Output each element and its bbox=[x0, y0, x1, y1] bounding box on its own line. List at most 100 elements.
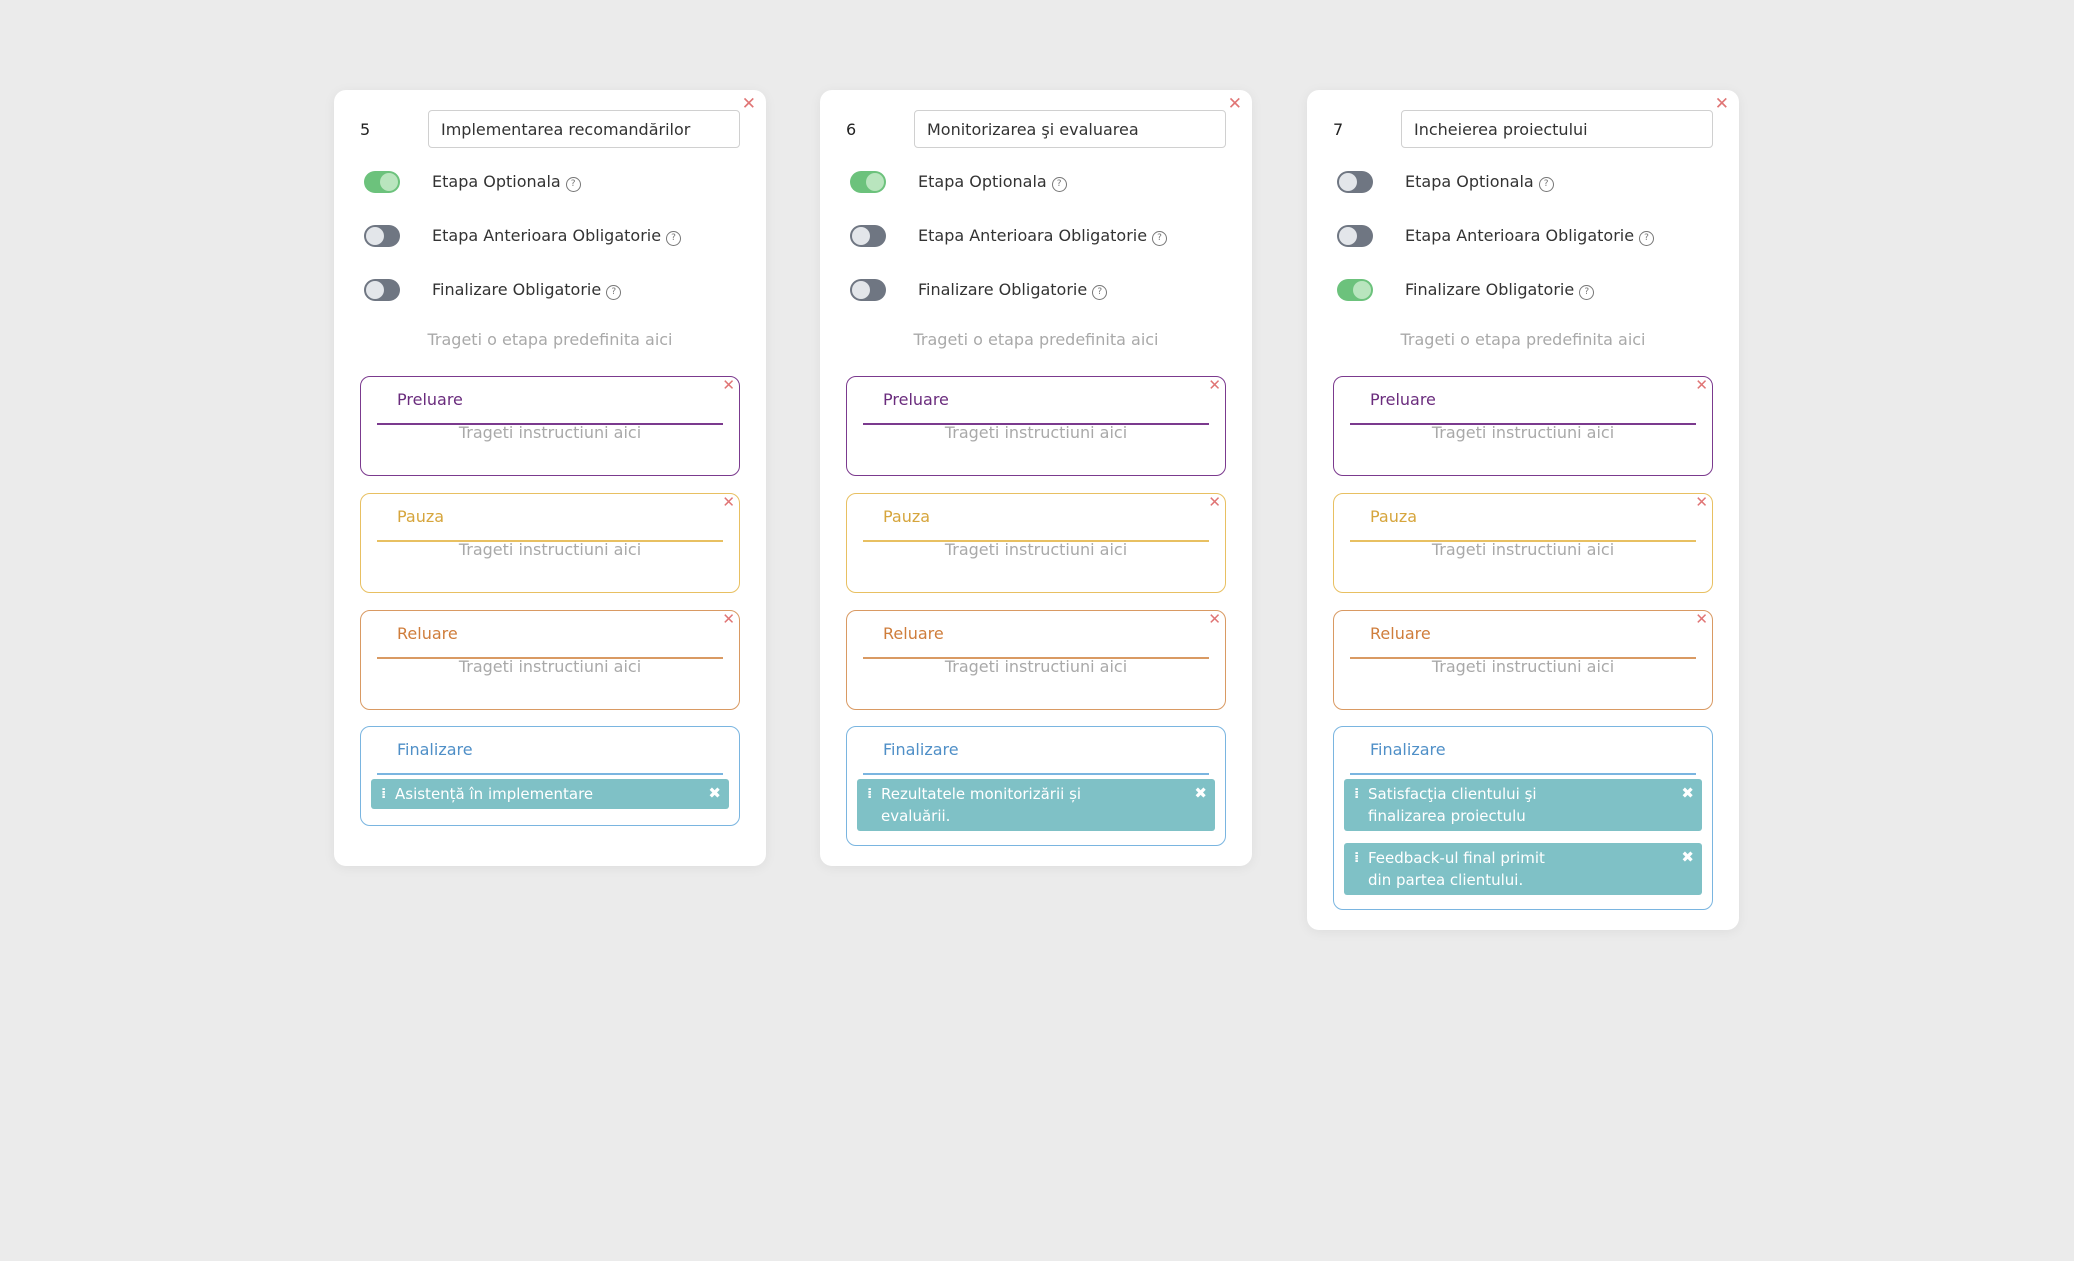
toggle-knob bbox=[1339, 227, 1357, 245]
toggle-row-previous-mandatory: Etapa Anterioara Obligatorie? bbox=[364, 222, 682, 250]
section-reluare[interactable]: Reluare Trageti instructiuni aici ✕ bbox=[360, 610, 740, 710]
section-finalizare[interactable]: Finalizare ⁞ Asistență în implementare ✖ bbox=[360, 726, 740, 826]
toggle-label-text: Etapa Optionala bbox=[432, 172, 561, 191]
stage-name-input[interactable] bbox=[428, 110, 740, 148]
close-icon[interactable]: ✕ bbox=[1695, 495, 1708, 510]
toggle-label-text: Finalizare Obligatorie bbox=[432, 280, 602, 299]
toggle-label-text: Finalizare Obligatorie bbox=[918, 280, 1088, 299]
instructions-drop-hint: Trageti instructiuni aici bbox=[1431, 657, 1615, 676]
toggle-row-mandatory-finish: Finalizare Obligatorie? bbox=[1337, 276, 1595, 304]
section-title: Preluare bbox=[397, 390, 463, 409]
close-icon[interactable]: ✕ bbox=[1208, 612, 1221, 627]
toggle-label: Etapa Optionala? bbox=[432, 172, 581, 192]
instructions-drop-hint: Trageti instructiuni aici bbox=[944, 540, 1128, 559]
drag-handle-icon[interactable]: ⁞ bbox=[867, 783, 872, 805]
stage-number: 5 bbox=[360, 120, 371, 139]
section-divider bbox=[1350, 773, 1696, 775]
predefined-stage-drop-zone[interactable]: Trageti o etapa predefinita aici bbox=[1307, 330, 1739, 349]
toggle-label: Finalizare Obligatorie? bbox=[918, 280, 1108, 300]
drag-handle-icon[interactable]: ⁞ bbox=[1354, 783, 1359, 805]
close-icon[interactable]: ✕ bbox=[1228, 96, 1242, 113]
stage-name-input[interactable] bbox=[1401, 110, 1713, 148]
toggle-switch-previous-mandatory[interactable] bbox=[1337, 225, 1373, 247]
help-icon[interactable]: ? bbox=[1538, 177, 1554, 192]
instructions-drop-hint: Trageti instructiuni aici bbox=[1431, 423, 1615, 442]
close-icon[interactable]: ✖ bbox=[1681, 782, 1694, 804]
section-reluare[interactable]: Reluare Trageti instructiuni aici ✕ bbox=[846, 610, 1226, 710]
stage-header: 7 bbox=[1333, 110, 1713, 150]
section-pauza[interactable]: Pauza Trageti instructiuni aici ✕ bbox=[846, 493, 1226, 593]
close-icon[interactable]: ✕ bbox=[1715, 96, 1729, 113]
drag-handle-icon[interactable]: ⁞ bbox=[381, 783, 386, 805]
section-title: Pauza bbox=[883, 507, 931, 526]
toggle-row-previous-mandatory: Etapa Anterioara Obligatorie? bbox=[850, 222, 1168, 250]
close-icon[interactable]: ✕ bbox=[742, 96, 756, 113]
section-preluare[interactable]: Preluare Trageti instructiuni aici ✕ bbox=[846, 376, 1226, 476]
instruction-text-line: Rezultatele monitorizării și bbox=[881, 785, 1082, 803]
instruction-text: Asistență în implementare bbox=[395, 785, 594, 803]
close-icon[interactable]: ✖ bbox=[1681, 846, 1694, 868]
instruction-text-line: din partea clientului. bbox=[1368, 871, 1524, 889]
help-icon[interactable]: ? bbox=[565, 177, 581, 192]
close-icon[interactable]: ✕ bbox=[1208, 378, 1221, 393]
instructions-drop-hint: Trageti instructiuni aici bbox=[944, 657, 1128, 676]
instructions-drop-hint: Trageti instructiuni aici bbox=[458, 540, 642, 559]
instruction-item[interactable]: ⁞ Asistență în implementare ✖ bbox=[371, 779, 729, 809]
toggle-switch-mandatory-finish[interactable] bbox=[1337, 279, 1373, 301]
toggle-switch-optional[interactable] bbox=[1337, 171, 1373, 193]
predefined-stage-drop-zone[interactable]: Trageti o etapa predefinita aici bbox=[820, 330, 1252, 349]
toggle-switch-previous-mandatory[interactable] bbox=[364, 225, 400, 247]
help-icon[interactable]: ? bbox=[1152, 231, 1168, 246]
instruction-item[interactable]: ⁞ Feedback-ul final primit din partea cl… bbox=[1344, 843, 1702, 895]
toggle-label: Etapa Anterioara Obligatorie? bbox=[1405, 226, 1655, 246]
toggle-label-text: Finalizare Obligatorie bbox=[1405, 280, 1575, 299]
section-finalizare[interactable]: Finalizare ⁞ Rezultatele monitorizării ș… bbox=[846, 726, 1226, 846]
toggle-label-text: Etapa Anterioara Obligatorie bbox=[918, 226, 1148, 245]
section-pauza[interactable]: Pauza Trageti instructiuni aici ✕ bbox=[1333, 493, 1713, 593]
section-preluare[interactable]: Preluare Trageti instructiuni aici ✕ bbox=[1333, 376, 1713, 476]
close-icon[interactable]: ✕ bbox=[1208, 495, 1221, 510]
toggle-knob bbox=[852, 281, 870, 299]
help-icon[interactable]: ? bbox=[1092, 285, 1108, 300]
stage-card: ✕ 7 Etapa Optionala? Etapa Anterioara Ob… bbox=[1307, 90, 1739, 930]
help-icon[interactable]: ? bbox=[1579, 285, 1595, 300]
close-icon[interactable]: ✕ bbox=[722, 495, 735, 510]
toggle-knob bbox=[866, 173, 884, 191]
predefined-stage-drop-zone[interactable]: Trageti o etapa predefinita aici bbox=[334, 330, 766, 349]
toggle-knob bbox=[366, 227, 384, 245]
stage-card: ✕ 5 Etapa Optionala? Etapa Anterioara Ob… bbox=[334, 90, 766, 866]
close-icon[interactable]: ✕ bbox=[722, 612, 735, 627]
section-reluare[interactable]: Reluare Trageti instructiuni aici ✕ bbox=[1333, 610, 1713, 710]
instruction-item[interactable]: ⁞ Rezultatele monitorizării și evaluării… bbox=[857, 779, 1215, 831]
stage-name-input[interactable] bbox=[914, 110, 1226, 148]
close-icon[interactable]: ✕ bbox=[1695, 612, 1708, 627]
toggle-switch-mandatory-finish[interactable] bbox=[850, 279, 886, 301]
stage-header: 6 bbox=[846, 110, 1226, 150]
toggle-switch-mandatory-finish[interactable] bbox=[364, 279, 400, 301]
section-preluare[interactable]: Preluare Trageti instructiuni aici ✕ bbox=[360, 376, 740, 476]
help-icon[interactable]: ? bbox=[1639, 231, 1655, 246]
toggle-switch-optional[interactable] bbox=[850, 171, 886, 193]
help-icon[interactable]: ? bbox=[606, 285, 622, 300]
help-icon[interactable]: ? bbox=[666, 231, 682, 246]
toggle-knob bbox=[380, 173, 398, 191]
toggle-label-text: Etapa Optionala bbox=[918, 172, 1047, 191]
instruction-item[interactable]: ⁞ Satisfacţia clientului şi finalizarea … bbox=[1344, 779, 1702, 831]
drag-handle-icon[interactable]: ⁞ bbox=[1354, 847, 1359, 869]
close-icon[interactable]: ✖ bbox=[708, 782, 721, 804]
close-icon[interactable]: ✖ bbox=[1194, 782, 1207, 804]
toggle-switch-previous-mandatory[interactable] bbox=[850, 225, 886, 247]
close-icon[interactable]: ✕ bbox=[1695, 378, 1708, 393]
section-title: Finalizare bbox=[397, 740, 473, 759]
section-title: Finalizare bbox=[883, 740, 959, 759]
help-icon[interactable]: ? bbox=[1051, 177, 1067, 192]
toggle-label-text: Etapa Optionala bbox=[1405, 172, 1534, 191]
close-icon[interactable]: ✕ bbox=[722, 378, 735, 393]
section-pauza[interactable]: Pauza Trageti instructiuni aici ✕ bbox=[360, 493, 740, 593]
toggle-row-mandatory-finish: Finalizare Obligatorie? bbox=[364, 276, 622, 304]
toggle-knob bbox=[1353, 281, 1371, 299]
toggle-label: Finalizare Obligatorie? bbox=[432, 280, 622, 300]
toggle-knob bbox=[366, 281, 384, 299]
toggle-switch-optional[interactable] bbox=[364, 171, 400, 193]
section-finalizare[interactable]: Finalizare ⁞ Satisfacţia clientului şi f… bbox=[1333, 726, 1713, 910]
